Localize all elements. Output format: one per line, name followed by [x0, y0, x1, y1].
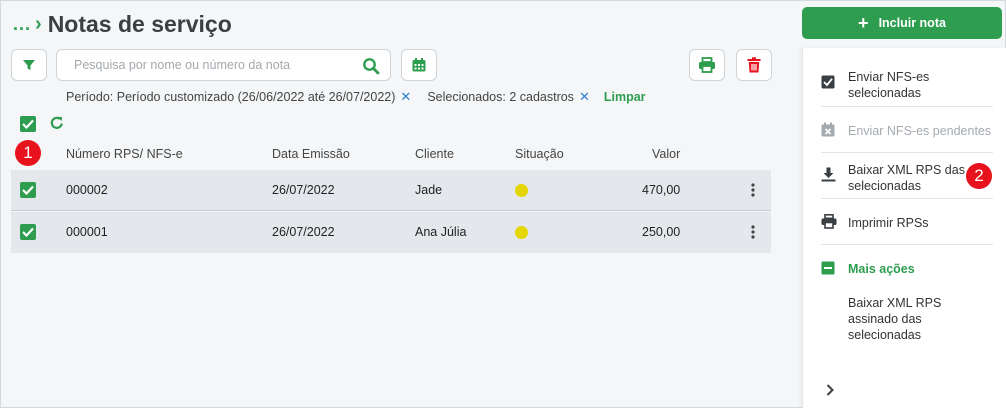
- cell-data: 26/07/2022: [272, 225, 335, 239]
- step-badge-2: 2: [966, 163, 992, 189]
- status-dot: [515, 184, 528, 197]
- cell-cliente: Jade: [415, 183, 443, 197]
- trash-icon: [747, 57, 761, 73]
- refresh-icon[interactable]: [49, 115, 65, 136]
- date-filter-button[interactable]: [401, 49, 437, 81]
- column-header-valor[interactable]: Valor: [652, 147, 680, 161]
- filter-chip-selected: Selecionados: 2 cadastros: [427, 90, 574, 104]
- menu-item-download-signed-xml[interactable]: Baixar XML RPS assinado das selecionadas: [848, 295, 988, 341]
- cell-valor: 470,00: [642, 183, 681, 197]
- table-row[interactable]: 000001 26/07/2022 Ana Júlia 250,00: [11, 212, 771, 253]
- search-box: [56, 49, 391, 81]
- check-icon: [22, 185, 34, 195]
- cell-data: 26/07/2022: [272, 183, 335, 197]
- filter-chip-period: Período: Período customizado (26/06/2022…: [66, 90, 396, 104]
- check-icon: [22, 227, 34, 237]
- table-row[interactable]: 000002 26/07/2022 Jade 470,00: [11, 170, 771, 211]
- row-checkbox[interactable]: [20, 182, 36, 198]
- calendar-icon: [412, 58, 426, 72]
- menu-item-label: Enviar NFS-es selecionadas: [848, 70, 930, 100]
- menu-divider: [821, 244, 993, 245]
- cell-cliente: Ana Júlia: [415, 225, 467, 239]
- menu-divider: [821, 106, 993, 107]
- checkbox-icon: [821, 75, 835, 92]
- column-header-cliente[interactable]: Cliente: [415, 147, 454, 161]
- cell-numero: 000001: [66, 225, 108, 239]
- app-frame: ... › Notas de serviço Pesquisa por nome…: [0, 0, 1006, 408]
- step-badge-1: 1: [15, 140, 41, 166]
- more-vertical-icon[interactable]: [751, 225, 755, 244]
- breadcrumb: ... › Notas de serviço: [13, 11, 232, 38]
- active-filters: Período: Período customizado (26/06/2022…: [66, 89, 646, 105]
- column-header-situacao[interactable]: Situação: [515, 147, 564, 161]
- page-title: Notas de serviço: [47, 11, 232, 37]
- breadcrumb-ellipsis[interactable]: ...: [13, 14, 31, 35]
- status-dot: [515, 226, 528, 239]
- search-input[interactable]: [57, 50, 347, 80]
- download-icon: [821, 167, 836, 185]
- filter-button[interactable]: [11, 49, 47, 81]
- add-note-label: Incluir nota: [878, 16, 946, 30]
- plus-icon: +: [858, 12, 869, 33]
- add-note-button[interactable]: + Incluir nota: [802, 7, 1002, 39]
- cell-numero: 000002: [66, 183, 108, 197]
- row-checkbox[interactable]: [20, 224, 36, 240]
- select-all-checkbox[interactable]: [20, 116, 36, 132]
- filter-icon: [23, 60, 35, 70]
- menu-item-label: Imprimir RPSs: [848, 216, 929, 230]
- row-divider: [11, 210, 771, 211]
- check-icon: [22, 119, 34, 129]
- more-actions-label: Mais ações: [848, 262, 915, 276]
- printer-icon: [699, 57, 715, 73]
- delete-button[interactable]: [736, 49, 772, 81]
- column-header-numero[interactable]: Número RPS/ NFS-e: [66, 147, 183, 161]
- chevron-right-icon[interactable]: [825, 383, 835, 402]
- menu-item-label: Baixar XML RPS assinado das selecionadas: [848, 296, 942, 341]
- print-button[interactable]: [689, 49, 725, 81]
- clear-filters-link[interactable]: Limpar: [604, 90, 646, 104]
- menu-divider: [821, 198, 993, 199]
- calendar-x-icon: [821, 122, 835, 140]
- cell-valor: 250,00: [642, 225, 681, 239]
- column-header-data[interactable]: Data Emissão: [272, 147, 350, 161]
- close-icon[interactable]: ✕: [579, 89, 590, 105]
- chevron-right-icon: ›: [35, 13, 42, 35]
- printer-icon: [821, 214, 837, 232]
- menu-divider: [821, 152, 993, 153]
- menu-item-label: Enviar NFS-es pendentes: [848, 124, 992, 138]
- more-vertical-icon[interactable]: [751, 183, 755, 202]
- search-icon[interactable]: [362, 57, 380, 80]
- minus-square-icon: [821, 261, 835, 278]
- actions-panel: Enviar NFS-es selecionadas Enviar NFS-es…: [802, 48, 1006, 408]
- close-icon[interactable]: ✕: [400, 89, 411, 105]
